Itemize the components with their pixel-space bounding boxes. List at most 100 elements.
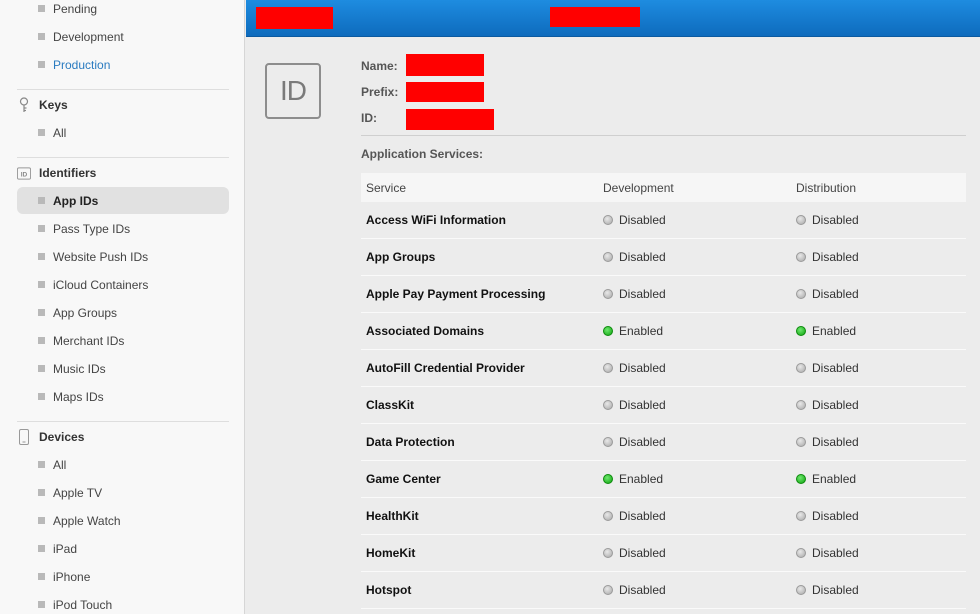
sidebar-item-label: iCloud Containers — [53, 277, 149, 292]
sidebar-divider — [17, 421, 229, 422]
sidebar-item-label: All — [53, 125, 67, 140]
dev-status: Disabled — [619, 545, 666, 560]
sidebar-item-apple-tv[interactable]: Apple TV — [17, 479, 229, 506]
section-identifiers: ID Identifiers — [17, 161, 229, 185]
bullet-icon — [38, 337, 45, 344]
table-row: Game Center Enabled Enabled — [361, 461, 966, 498]
service-name: Associated Domains — [366, 324, 485, 338]
service-name: Access WiFi Information — [366, 213, 506, 227]
bullet-icon — [38, 365, 45, 372]
dev-status: Enabled — [619, 323, 664, 338]
dev-status: Disabled — [619, 397, 666, 412]
redacted-subtitle — [550, 7, 640, 27]
sidebar-item-app-groups[interactable]: App Groups — [17, 299, 229, 326]
column-header-service: Service — [366, 180, 407, 195]
sidebar-item-ipad[interactable]: iPad — [17, 535, 229, 562]
disabled-status-icon — [603, 510, 613, 521]
disabled-status-icon — [796, 510, 806, 521]
sidebar-divider — [17, 89, 229, 90]
bullet-icon — [38, 225, 45, 232]
svg-text:ID: ID — [21, 171, 28, 178]
service-name: AutoFill Credential Provider — [366, 361, 525, 375]
bullet-icon — [38, 33, 45, 40]
sidebar-item-app-ids[interactable]: App IDs — [17, 187, 229, 214]
sidebar-item-pass-type-ids[interactable]: Pass Type IDs — [17, 215, 229, 242]
dist-status: Disabled — [812, 434, 859, 449]
bullet-icon — [38, 517, 45, 524]
bullet-icon — [38, 461, 45, 468]
section-title: Devices — [39, 430, 85, 444]
bullet-icon — [38, 489, 45, 496]
sidebar-item-music-ids[interactable]: Music IDs — [17, 355, 229, 382]
table-row: HealthKit Disabled Disabled — [361, 498, 966, 535]
service-name: App Groups — [366, 250, 436, 264]
dist-status: Disabled — [812, 286, 859, 301]
redacted-title — [256, 7, 333, 29]
bullet-icon — [38, 129, 45, 136]
table-header: Service Development Distribution — [361, 173, 966, 202]
disabled-status-icon — [796, 251, 806, 262]
disabled-status-icon — [796, 288, 806, 299]
bullet-icon — [38, 281, 45, 288]
disabled-status-icon — [603, 362, 613, 373]
dist-status: Disabled — [812, 545, 859, 560]
table-row: Associated Domains Enabled Enabled — [361, 313, 966, 350]
section-devices: Devices — [17, 425, 229, 449]
service-name: ClassKit — [366, 398, 415, 412]
table-row: Access WiFi Information Disabled Disable… — [361, 202, 966, 239]
sidebar-item-label: App IDs — [53, 193, 99, 208]
dist-status: Disabled — [812, 360, 859, 375]
disabled-status-icon — [603, 436, 613, 447]
dist-status: Enabled — [812, 323, 857, 338]
table-row: Apple Pay Payment Processing Disabled Di… — [361, 276, 966, 313]
sidebar-item-label: Maps IDs — [53, 389, 104, 404]
bullet-icon — [38, 393, 45, 400]
bullet-icon — [38, 573, 45, 580]
sidebar-item-keys-all[interactable]: All — [17, 119, 229, 146]
disabled-status-icon — [603, 584, 613, 595]
app-id-detail: ID Name: Prefix: ID: Application Service… — [246, 37, 980, 614]
dev-status: Disabled — [619, 360, 666, 375]
disabled-status-icon — [796, 362, 806, 373]
dist-status: Disabled — [812, 249, 859, 264]
sidebar-item-pending[interactable]: Pending — [17, 0, 229, 22]
sidebar-item-ipod-touch[interactable]: iPod Touch — [17, 591, 229, 614]
sidebar-item-development[interactable]: Development — [17, 23, 229, 50]
sidebar-item-website-push-ids[interactable]: Website Push IDs — [17, 243, 229, 270]
sidebar-item-icloud-containers[interactable]: iCloud Containers — [17, 271, 229, 298]
dev-status: Disabled — [619, 434, 666, 449]
disabled-status-icon — [796, 547, 806, 558]
name-label: Name: — [361, 59, 398, 73]
enabled-status-icon — [603, 325, 613, 336]
service-name: Hotspot — [366, 583, 412, 597]
enabled-status-icon — [796, 325, 806, 336]
app-id-badge-icon: ID — [265, 63, 321, 119]
bullet-icon — [38, 309, 45, 316]
disabled-status-icon — [603, 547, 613, 558]
disabled-status-icon — [603, 214, 613, 225]
key-icon — [17, 97, 31, 112]
sidebar-item-iphone[interactable]: iPhone — [17, 563, 229, 590]
sidebar-item-merchant-ids[interactable]: Merchant IDs — [17, 327, 229, 354]
dist-status: Disabled — [812, 582, 859, 597]
sidebar-item-production[interactable]: Production — [17, 51, 229, 78]
prefix-label: Prefix: — [361, 85, 399, 99]
table-row: HomeKit Disabled Disabled — [361, 535, 966, 572]
dist-status: Disabled — [812, 397, 859, 412]
sidebar-item-apple-watch[interactable]: Apple Watch — [17, 507, 229, 534]
dev-status: Enabled — [619, 471, 664, 486]
sidebar-item-label: Music IDs — [53, 361, 106, 376]
id-label: ID: — [361, 111, 377, 125]
sidebar-item-maps-ids[interactable]: Maps IDs — [17, 383, 229, 410]
disabled-status-icon — [796, 399, 806, 410]
redacted-id-value — [406, 109, 494, 130]
id-icon: ID — [17, 166, 31, 180]
sidebar: Pending Development Production Keys All … — [0, 0, 245, 614]
service-name: Game Center — [366, 472, 441, 486]
enabled-status-icon — [796, 473, 806, 484]
device-icon — [17, 429, 31, 445]
sidebar-item-devices-all[interactable]: All — [17, 451, 229, 478]
sidebar-item-label: Pending — [53, 1, 98, 16]
service-name: HealthKit — [366, 509, 419, 523]
table-row: App Groups Disabled Disabled — [361, 239, 966, 276]
